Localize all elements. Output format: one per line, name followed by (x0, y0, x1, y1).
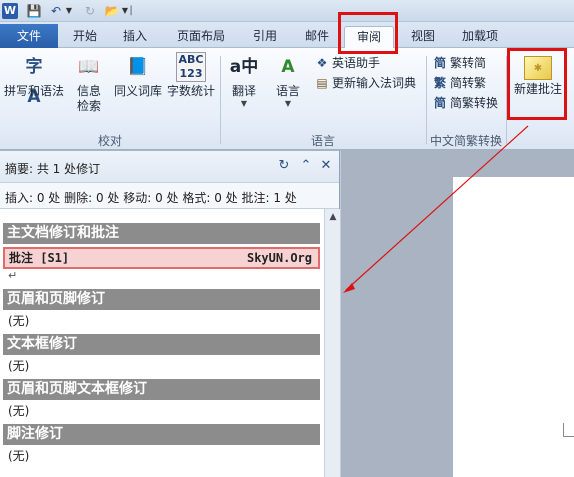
new-comment-icon: ✱ (524, 56, 552, 80)
save-icon[interactable]: 💾 (26, 3, 42, 19)
traditional-icon: 繁 (433, 76, 446, 90)
thesaurus-icon: 📘 (127, 57, 149, 77)
section-header-footnote: 脚注修订 (3, 424, 320, 445)
page-corner-mark (563, 423, 574, 437)
pane-body: 主文档修订和批注 批注 [S1] SkyUN.Org ↵ 页眉和页脚修订 (无)… (0, 209, 324, 477)
refresh-icon[interactable]: ↻ (276, 158, 292, 174)
update-ime-dictionary-button[interactable]: ▤ 更新输入法词典 (314, 74, 416, 92)
redo-icon[interactable]: ↻ (82, 3, 98, 19)
collapse-icon[interactable]: ⌃ (298, 158, 314, 174)
open-folder-icon[interactable]: 📂 (104, 3, 120, 19)
new-comment-button[interactable]: ✱ 新建批注 (510, 52, 566, 97)
language-dropdown-icon[interactable]: ▼ (268, 99, 308, 109)
to-simplified-button[interactable]: 简繁转简 (432, 54, 486, 72)
group-separator (220, 56, 221, 144)
reviewing-pane: 摘要: 共 1 处修订 ↻ ⌃ ✕ 插入: 0 处 删除: 0 处 移动: 0 … (0, 151, 340, 477)
thesaurus-label: 同义词库 (113, 84, 162, 98)
section-value: (无) (8, 359, 30, 373)
undo-dropdown-icon[interactable]: ▼ (64, 3, 74, 19)
separator: | (129, 5, 133, 16)
to-simplified-label: 繁转简 (450, 56, 487, 70)
spelling-grammar-button[interactable]: 字A 拼写和语法 (2, 52, 66, 107)
comment-author: SkyUN.Org (246, 251, 312, 265)
spelling-icon: 字A (25, 57, 43, 107)
thesaurus-button[interactable]: 📘 同义词库 (112, 52, 164, 99)
close-icon[interactable]: ✕ (318, 158, 334, 174)
translate-icon: a中 (229, 57, 259, 77)
language-globe-icon: A (281, 57, 295, 77)
new-comment-label: 新建批注 (513, 82, 562, 96)
convert-label: 简繁转换 (450, 96, 499, 110)
language-button[interactable]: A 语言 ▼ (268, 52, 308, 109)
group-separator (426, 56, 427, 144)
revision-summary: 摘要: 共 1 处修订 (5, 162, 101, 176)
document-area (341, 151, 574, 477)
tab-file[interactable]: 文件 (0, 24, 58, 48)
simplified-icon: 简 (433, 56, 446, 70)
tab-add-ins[interactable]: 加载项 (452, 26, 508, 47)
group-separator (506, 56, 507, 144)
research-button[interactable]: 📖 信息 检索 (70, 52, 108, 114)
pane-scrollbar[interactable]: ▲ (324, 209, 340, 477)
tab-home[interactable]: 开始 (62, 26, 108, 47)
tab-review[interactable]: 审阅 (344, 26, 394, 48)
convert-button[interactable]: 简简繁转换 (432, 94, 498, 112)
group-label-language: 语言 (310, 134, 335, 148)
spelling-label: 拼写和语法 (3, 84, 64, 98)
quick-access-toolbar: W 💾 ↶ ▼ ↻ 📂 ▼ | (0, 0, 574, 22)
language-label: 语言 (275, 84, 300, 98)
pane-header: 摘要: 共 1 处修订 ↻ ⌃ ✕ (0, 151, 339, 183)
tab-mailings[interactable]: 邮件 (294, 26, 340, 47)
to-traditional-label: 简转繁 (450, 76, 487, 90)
translate-dropdown-icon[interactable]: ▼ (224, 99, 264, 109)
tab-page-layout[interactable]: 页面布局 (168, 26, 234, 47)
tab-references[interactable]: 引用 (242, 26, 288, 47)
translate-label: 翻译 (231, 84, 256, 98)
word-count-button[interactable]: ABC 123 字数统计 (166, 52, 216, 99)
section-value: (无) (8, 314, 30, 328)
english-assistant-icon: ❖ (316, 56, 328, 70)
english-assistant-button[interactable]: ❖ 英语助手 (314, 54, 380, 72)
scroll-up-icon[interactable]: ▲ (325, 209, 341, 225)
research-label-2: 检索 (76, 99, 101, 113)
dictionary-icon: ▤ (316, 76, 328, 90)
comment-entry[interactable]: 批注 [S1] SkyUN.Org (3, 247, 320, 269)
tab-insert[interactable]: 插入 (112, 26, 158, 47)
section-header-header-footer: 页眉和页脚修订 (3, 289, 320, 310)
comment-id: 批注 [S1] (9, 251, 70, 265)
section-header-main: 主文档修订和批注 (3, 223, 320, 244)
word-count-icon: ABC 123 (176, 52, 206, 82)
to-traditional-button[interactable]: 繁简转繁 (432, 74, 486, 92)
section-header-hf-textbox: 页眉和页脚文本框修订 (3, 379, 320, 400)
undo-icon[interactable]: ↶ (48, 3, 64, 19)
document-page[interactable] (453, 177, 574, 477)
ribbon-tab-bar: 文件 开始 插入 页面布局 引用 邮件 审阅 视图 加载项 (0, 22, 574, 48)
english-assistant-label: 英语助手 (332, 56, 381, 70)
group-label-proofing: 校对 (97, 134, 122, 148)
revision-stats: 插入: 0 处 删除: 0 处 移动: 0 处 格式: 0 处 批注: 1 处 (0, 183, 339, 209)
group-label-chinese-conversion: 中文简繁转换 (429, 134, 502, 148)
research-book-icon: 📖 (78, 57, 100, 77)
ribbon-review: 字A 拼写和语法 📖 信息 检索 📘 同义词库 ABC 123 字数统计 校对 … (0, 48, 574, 150)
tab-view[interactable]: 视图 (400, 26, 446, 47)
translate-button[interactable]: a中 翻译 ▼ (224, 52, 264, 109)
word-app-icon[interactable]: W (2, 3, 18, 19)
section-header-textbox: 文本框修订 (3, 334, 320, 355)
research-label-1: 信息 (76, 84, 101, 98)
section-value: (无) (8, 449, 30, 463)
word-count-label: 字数统计 (166, 84, 215, 98)
section-value: (无) (8, 404, 30, 418)
update-ime-label: 更新输入法词典 (332, 76, 417, 90)
paragraph-mark: ↵ (8, 269, 18, 282)
convert-icon: 简 (433, 96, 446, 110)
